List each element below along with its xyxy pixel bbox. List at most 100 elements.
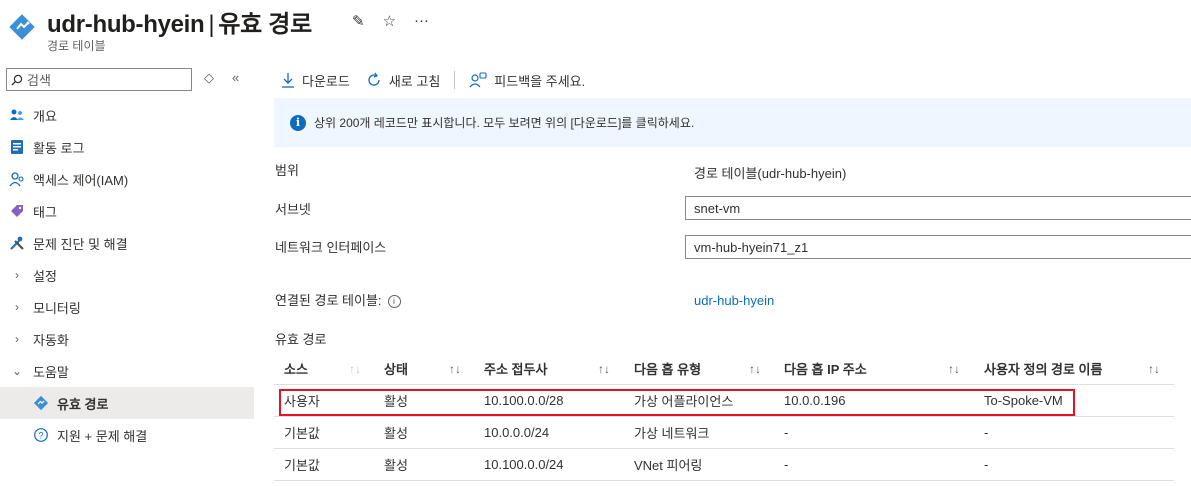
sort-icon[interactable]: ↑↓: [598, 353, 610, 384]
col-state[interactable]: 상태: [384, 353, 408, 384]
sidebar-nav: 개요 활동 로그 액세스 제어(IAM) 태그 문제 진단 및 해결 › 설정 …: [0, 99, 254, 451]
sidebar-item-settings[interactable]: › 설정: [0, 259, 254, 291]
collapse-sidebar-icon[interactable]: «: [232, 70, 239, 85]
routes-table: 소스 ↑↓ 상태 ↑↓ 주소 접두사 ↑↓ 다음 홉 유형 ↑↓ 다음 홉 IP…: [274, 353, 1174, 481]
chevron-right-icon: ›: [15, 268, 19, 282]
tag-icon: [9, 203, 25, 219]
nic-value: vm-hub-hyein71_z1: [694, 239, 809, 255]
route-diamond-icon: [33, 395, 49, 411]
overview-people-icon: [9, 107, 25, 123]
wrench-icon: [9, 235, 25, 251]
pin-icon[interactable]: ✎: [352, 12, 365, 30]
info-banner: i 상위 200개 레코드만 표시합니다. 모두 보려면 위의 [다운로드]를 …: [274, 98, 1191, 147]
cell-next-hop-type: 가상 어플라이언스: [634, 394, 734, 409]
chevron-right-icon: ›: [15, 300, 19, 314]
cell-next-hop-type: 가상 네트워크: [634, 426, 710, 441]
cell-address-prefix: 10.0.0.0/24: [484, 425, 550, 440]
nic-label: 네트워크 인터페이스: [275, 240, 387, 255]
expand-collapse-icon[interactable]: ◇: [204, 70, 214, 86]
cell-address-prefix: 10.100.0.0/28: [484, 393, 564, 408]
page-title: udr-hub-hyein | 유효 경로: [47, 4, 312, 39]
help-circle-icon: ?: [33, 427, 49, 443]
subnet-label: 서브넷: [275, 202, 311, 217]
sidebar-item-tags[interactable]: 태그: [0, 195, 254, 227]
feedback-label: 피드백을 주세요.: [494, 73, 586, 89]
sidebar-item-label: 액세스 제어(IAM): [33, 172, 129, 188]
sidebar-item-effective-routes[interactable]: 유효 경로: [0, 387, 254, 419]
cell-source: 기본값: [284, 426, 320, 441]
col-source[interactable]: 소스: [284, 353, 308, 384]
col-next-hop-ip[interactable]: 다음 홉 IP 주소: [784, 353, 867, 384]
chevron-down-icon: ⌄: [11, 364, 23, 378]
search-icon: [11, 74, 23, 85]
search-input[interactable]: 검색: [6, 68, 192, 91]
col-address-prefix[interactable]: 주소 접두사: [484, 353, 547, 384]
cell-next-hop-type: VNet 피어링: [634, 458, 703, 473]
scope-value: 경로 테이블(udr-hub-hyein): [694, 166, 847, 181]
svg-text:?: ?: [38, 430, 43, 440]
banner-text: 상위 200개 레코드만 표시합니다. 모두 보려면 위의 [다운로드]를 클릭…: [314, 116, 695, 130]
linked-label-text: 연결된 경로 테이블:: [275, 293, 382, 308]
cell-udr-name: -: [984, 457, 989, 472]
subnet-dropdown[interactable]: snet-vm: [685, 196, 1191, 220]
subnet-value: snet-vm: [694, 200, 741, 216]
search-placeholder: 검색: [27, 73, 51, 88]
sidebar-item-activity-log[interactable]: 활동 로그: [0, 131, 254, 163]
command-bar: 다운로드 새로 고침 피드백을 주세요.: [281, 68, 585, 92]
star-icon[interactable]: ☆: [383, 12, 396, 30]
info-circle-icon[interactable]: i: [387, 294, 401, 308]
cell-next-hop-ip: -: [784, 425, 789, 440]
refresh-icon: [368, 72, 380, 86]
sort-icon[interactable]: ↑↓: [749, 353, 761, 384]
download-label: 다운로드: [302, 73, 350, 89]
cell-state: 활성: [384, 458, 408, 473]
sidebar-item-support[interactable]: ? 지원 + 문제 해결: [0, 419, 254, 451]
col-udr-name[interactable]: 사용자 정의 경로 이름: [984, 353, 1102, 384]
table-row[interactable]: 기본값 활성 10.0.0.0/24 가상 네트워크 - -: [274, 417, 1174, 449]
cell-udr-name: -: [984, 425, 989, 440]
more-icon[interactable]: ···: [414, 12, 429, 30]
sidebar-item-overview[interactable]: 개요: [0, 99, 254, 131]
sort-icon[interactable]: ↑↓: [449, 353, 461, 384]
info-icon: i: [290, 114, 306, 131]
resource-name: udr-hub-hyein: [47, 11, 205, 38]
toolbar-divider: [454, 71, 456, 89]
download-button[interactable]: 다운로드: [281, 71, 350, 90]
sidebar-item-label: 활동 로그: [33, 140, 85, 156]
sidebar-item-label: 문제 진단 및 해결: [33, 236, 128, 252]
nic-dropdown[interactable]: vm-hub-hyein71_z1: [685, 235, 1191, 259]
sidebar-item-label: 설정: [33, 268, 57, 284]
cell-next-hop-ip: -: [784, 457, 789, 472]
cell-state: 활성: [384, 426, 408, 441]
sidebar-item-label: 모니터링: [33, 300, 81, 316]
table-header: 소스 ↑↓ 상태 ↑↓ 주소 접두사 ↑↓ 다음 홉 유형 ↑↓ 다음 홉 IP…: [274, 353, 1174, 385]
sidebar-item-label: 도움말: [33, 364, 69, 380]
table-row[interactable]: 기본값 활성 10.100.0.0/24 VNet 피어링 - -: [274, 449, 1174, 481]
sort-icon[interactable]: ↑↓: [349, 353, 361, 384]
sort-icon[interactable]: ↑↓: [948, 353, 960, 384]
table-row[interactable]: 사용자 활성 10.100.0.0/28 가상 어플라이언스 10.0.0.19…: [274, 385, 1174, 417]
cell-udr-name: To-Spoke-VM: [984, 393, 1063, 408]
linked-route-table-link[interactable]: udr-hub-hyein: [694, 293, 774, 308]
sidebar-item-help[interactable]: ⌄ 도움말: [0, 355, 254, 387]
download-icon: [282, 73, 294, 88]
title-separator: |: [208, 11, 215, 38]
cell-source: 사용자: [284, 394, 320, 409]
feedback-button[interactable]: 피드백을 주세요.: [469, 71, 585, 90]
sidebar-item-automation[interactable]: › 자동화: [0, 323, 254, 355]
section-title: 유효 경로: [275, 332, 327, 347]
sort-icon[interactable]: ↑↓: [1148, 353, 1160, 384]
col-next-hop-type[interactable]: 다음 홉 유형: [634, 353, 701, 384]
route-table-diamond-icon: [9, 14, 35, 40]
refresh-button[interactable]: 새로 고침: [366, 71, 440, 90]
sidebar-item-label: 태그: [33, 204, 57, 220]
sidebar-item-label: 자동화: [33, 332, 69, 348]
sidebar-item-label: 지원 + 문제 해결: [57, 428, 148, 444]
header-actions: ✎ ☆ ···: [352, 12, 429, 30]
sidebar-item-monitoring[interactable]: › 모니터링: [0, 291, 254, 323]
scope-label: 범위: [275, 163, 299, 178]
chevron-right-icon: ›: [15, 332, 19, 346]
sidebar-item-iam[interactable]: 액세스 제어(IAM): [0, 163, 254, 195]
cell-next-hop-ip: 10.0.0.196: [784, 393, 846, 408]
sidebar-item-diagnose[interactable]: 문제 진단 및 해결: [0, 227, 254, 259]
